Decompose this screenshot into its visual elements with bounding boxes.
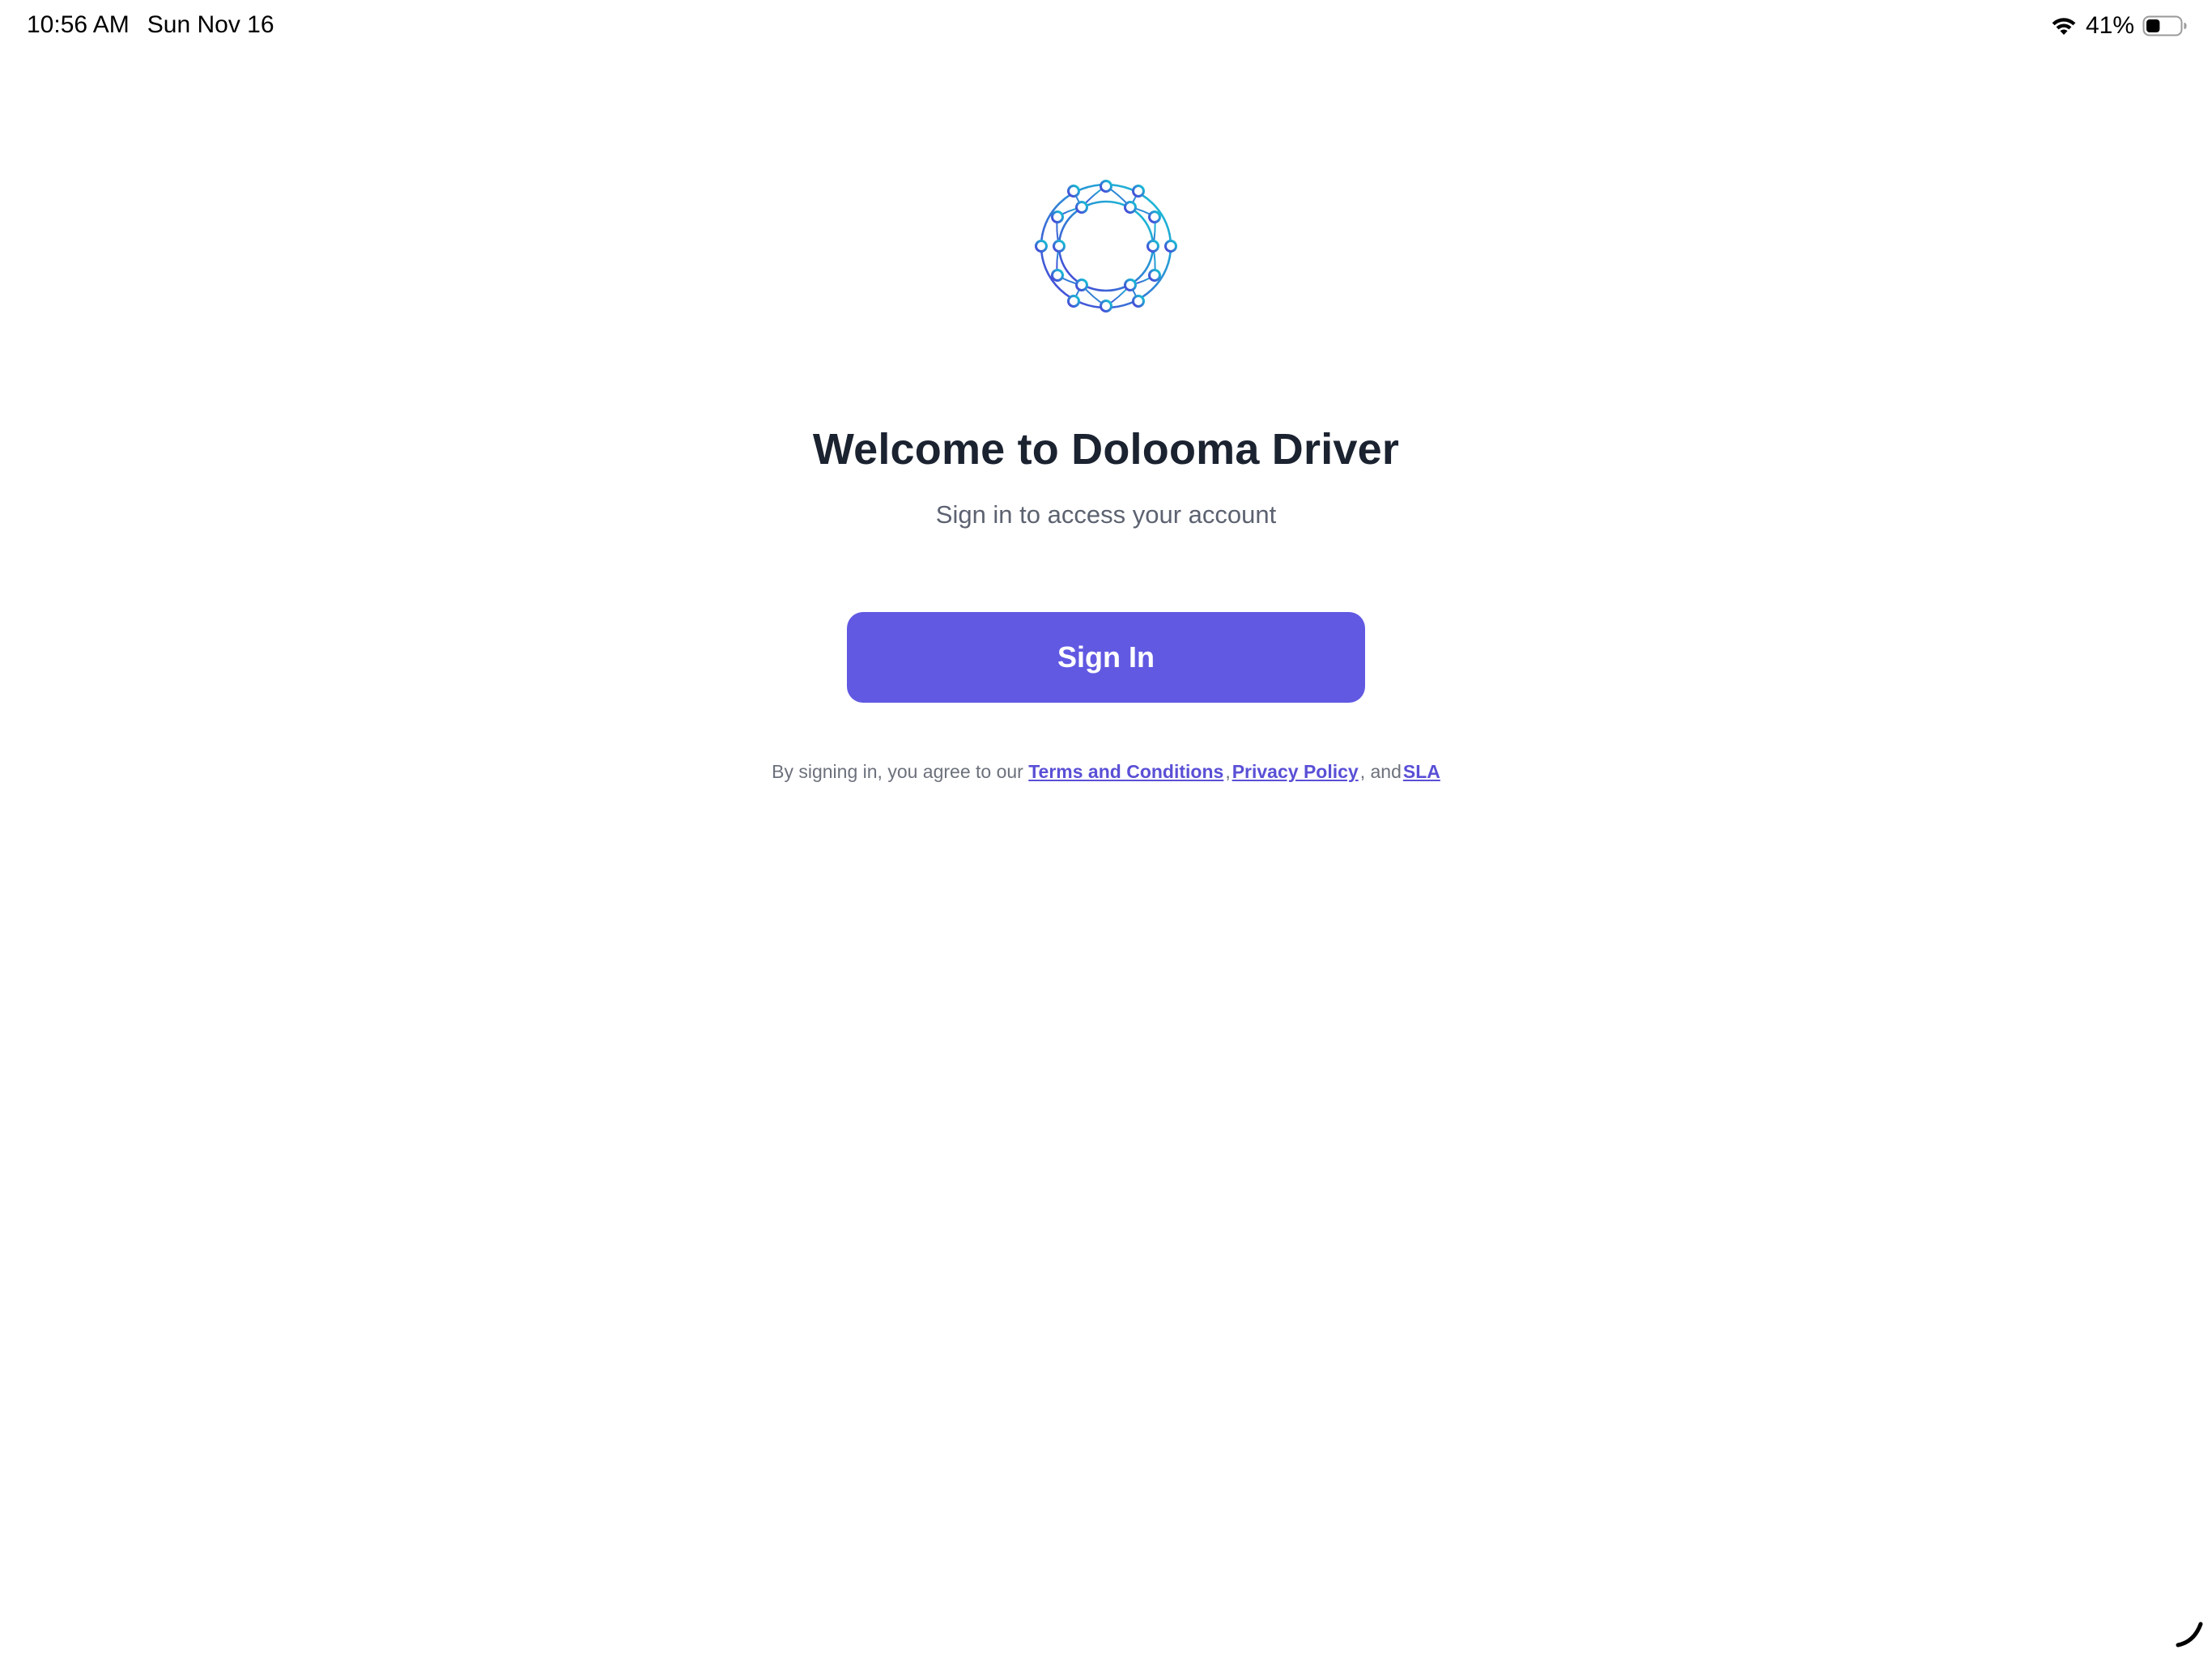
wifi-icon: [2052, 18, 2076, 35]
status-time: 10:56 AM: [27, 11, 130, 38]
sla-link[interactable]: SLA: [1403, 761, 1440, 782]
sign-in-button[interactable]: Sign In: [847, 612, 1365, 703]
legal-prefix: By signing in, you agree to our: [772, 761, 1023, 782]
network-ring-logo-icon: [1035, 180, 1177, 312]
legal-and: , and: [1359, 761, 1402, 782]
corner-swipe-icon: [2176, 1622, 2203, 1647]
battery-percent: 41%: [2085, 12, 2134, 39]
terms-link[interactable]: Terms and Conditions: [1028, 761, 1223, 782]
status-bar: 10:56 AM Sun Nov 16 41%: [0, 0, 2212, 52]
status-indicators: 41%: [2050, 10, 2188, 42]
page-title: Welcome to Dolooma Driver: [812, 425, 1400, 474]
legal-notice: By signing in, you agree to our Terms an…: [0, 761, 2212, 783]
status-date: Sun Nov 16: [147, 11, 274, 38]
page-subtitle: Sign in to access your account: [935, 500, 1277, 529]
legal-comma: ,: [1225, 761, 1231, 782]
battery-icon: [2142, 15, 2187, 36]
login-screen: 10:56 AM Sun Nov 16 41% Welcome to Doloo…: [0, 0, 2212, 1658]
privacy-policy-link[interactable]: Privacy Policy: [1232, 761, 1359, 782]
status-time-date: 10:56 AM Sun Nov 16: [27, 11, 274, 39]
